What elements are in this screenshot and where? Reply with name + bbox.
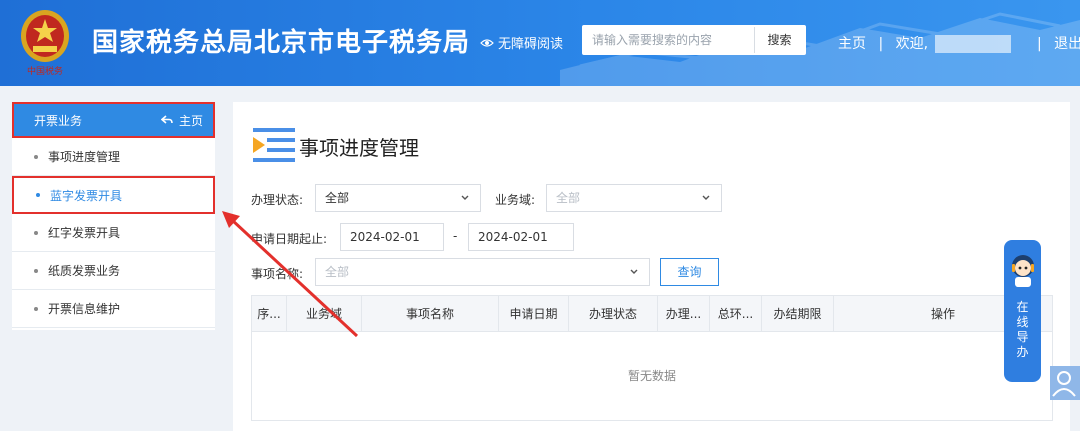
separator: | [878,36,884,52]
bullet-icon [34,306,38,311]
sidebar-item-invoice-info[interactable]: 开票信息维护 [12,290,215,328]
item-name-label: 事项名称: [251,267,304,281]
page-title: 事项进度管理 [299,135,419,160]
search-input[interactable] [582,25,754,55]
eye-icon [480,38,494,47]
column-header[interactable]: 办理状态 [569,296,658,332]
bullet-icon [34,268,38,273]
sidebar-home-link[interactable]: 主页 [160,112,203,129]
chevron-down-icon [702,195,710,200]
main-panel: 事项进度管理 办理状态: 全部 业务域: 全部 申请日期起止: 2024-02-… [233,102,1070,431]
item-name-placeholder: 全部 [325,265,350,279]
bullet-icon [34,230,38,235]
emblem-caption: 中国税务 [27,65,63,77]
back-arrow-icon [160,115,173,124]
column-header[interactable]: 总环... [710,296,762,332]
site-header: 中国税务 国家税务总局北京市电子税务局 无障碍阅读 搜索 主页 | 欢迎, | … [0,0,1080,86]
logout-link[interactable]: 退出 [1054,33,1080,53]
column-header[interactable]: 办结期限 [762,296,834,332]
domain-label: 业务域: [495,193,536,207]
site-title: 国家税务总局北京市电子税务局 [92,28,471,58]
status-value: 全部 [325,191,350,205]
separator: | [1036,36,1042,52]
welcome-text: 欢迎, [895,36,929,52]
sidebar-item-label: 纸质发票业务 [48,264,121,278]
status-select[interactable]: 全部 [315,184,481,212]
online-guide-label: 在线导办 [1016,300,1029,359]
chevron-down-icon [461,195,469,200]
accessibility-label: 无障碍阅读 [498,37,564,52]
status-label: 办理状态: [251,193,304,207]
date-start-value: 2024-02-01 [350,230,420,244]
column-header[interactable]: 办理... [658,296,710,332]
bullet-icon [36,193,40,197]
domain-select[interactable]: 全部 [546,184,722,212]
search-button[interactable]: 搜索 [754,27,804,53]
date-end-input[interactable]: 2024-02-01 [468,223,574,251]
query-button[interactable]: 查询 [660,258,719,286]
empty-state-text: 暂无数据 [627,369,676,383]
search-box: 搜索 [582,25,806,55]
sidebar-header-label: 开票业务 [34,113,83,128]
item-name-select[interactable]: 全部 [315,258,650,286]
top-links: 主页 | 欢迎, | 退出 [838,33,1080,53]
sidebar-item-red-invoice[interactable]: 红字发票开具 [12,214,215,252]
bullet-icon [34,154,38,159]
column-header[interactable]: 序... [252,296,287,332]
sidebar: 开票业务 主页 事项进度管理 蓝字发票开具 红字发票开具 纸质发票业务 开票信息… [12,102,215,330]
date-start-input[interactable]: 2024-02-01 [340,223,444,251]
masked-username [934,35,1011,53]
page-title-row: 事项进度管理 [253,128,419,164]
title-list-icon [253,128,295,162]
sidebar-item-blue-invoice[interactable]: 蓝字发票开具 [12,176,215,214]
sidebar-item-progress[interactable]: 事项进度管理 [12,138,215,176]
robot-assistant-icon [1012,255,1034,287]
date-separator: - [453,229,458,243]
sidebar-item-label: 蓝字发票开具 [50,188,123,203]
table-header: 序... 业务域 事项名称 申请日期 办理状态 办理... 总环... 办结期限… [252,296,1052,332]
domain-placeholder: 全部 [556,191,581,205]
online-guide-widget[interactable]: 在线导办 [1004,240,1041,382]
sidebar-item-label: 红字发票开具 [48,226,121,240]
sidebar-item-label: 事项进度管理 [48,150,121,164]
date-end-value: 2024-02-01 [478,230,548,244]
sidebar-header: 开票业务 主页 [12,102,215,138]
column-header[interactable]: 事项名称 [362,296,499,332]
sidebar-item-label: 开票信息维护 [48,302,121,316]
column-header[interactable]: 申请日期 [499,296,569,332]
tax-emblem-icon: 中国税务 [21,10,69,77]
date-range-label: 申请日期起止: [251,232,328,246]
user-service-button[interactable] [1050,366,1080,400]
sidebar-home-label: 主页 [178,113,203,128]
sidebar-item-paper-invoice[interactable]: 纸质发票业务 [12,252,215,290]
column-header[interactable]: 业务域 [287,296,362,332]
progress-table: 序... 业务域 事项名称 申请日期 办理状态 办理... 总环... 办结期限… [251,295,1053,421]
user-icon [1052,371,1076,397]
home-link[interactable]: 主页 [838,33,866,53]
chevron-down-icon [630,269,638,274]
accessibility-reading-link[interactable]: 无障碍阅读 [480,33,563,52]
